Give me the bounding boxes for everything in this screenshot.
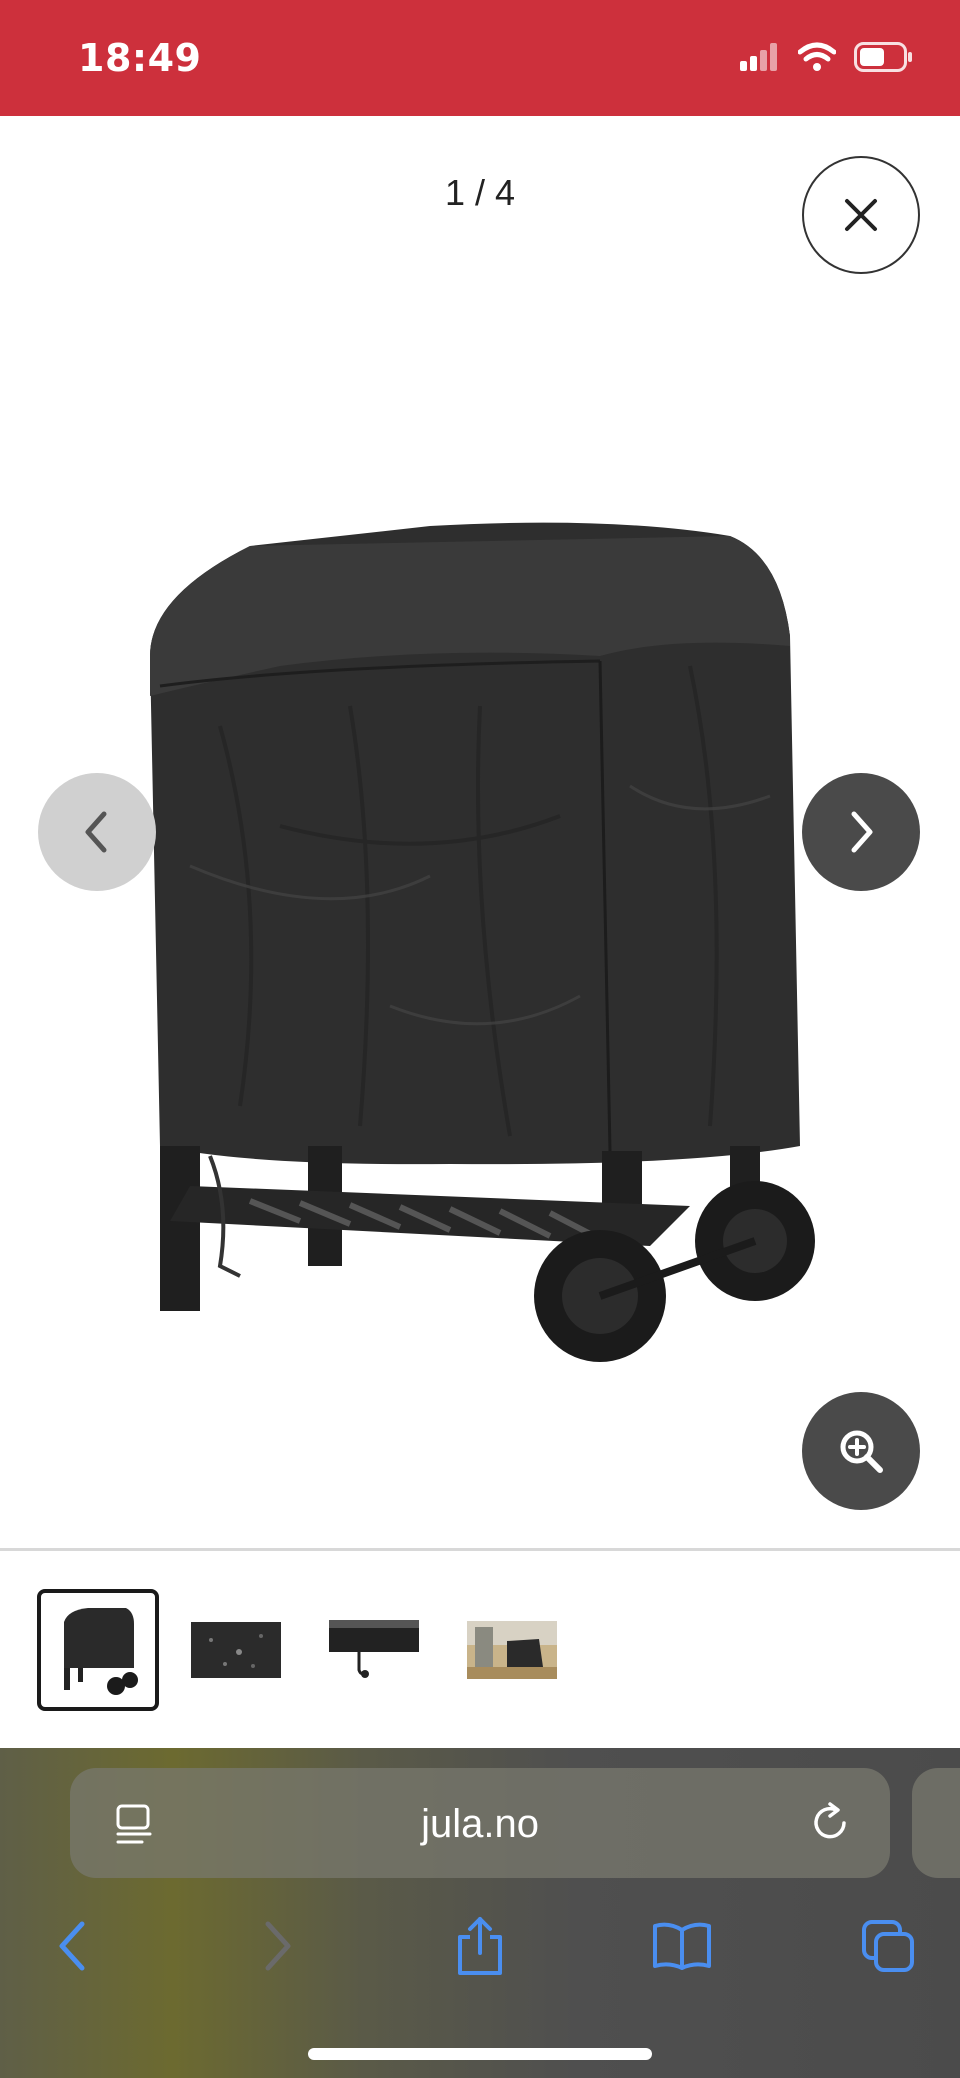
address-bar[interactable]: jula.no <box>70 1768 890 1878</box>
wifi-icon <box>798 42 836 71</box>
zoom-in-icon <box>840 1430 883 1473</box>
back-button[interactable] <box>32 1906 112 1986</box>
forward-icon <box>265 1921 291 1971</box>
product-image <box>150 522 815 1362</box>
url-text[interactable]: jula.no <box>70 1802 890 1847</box>
thumbnail-1[interactable] <box>37 1589 159 1711</box>
browser-chrome: jula.no <box>0 1748 960 2078</box>
close-icon <box>845 199 877 231</box>
bookmarks-icon <box>653 1922 711 1970</box>
share-button[interactable] <box>440 1906 520 1986</box>
thumbnail-image <box>64 1608 138 1695</box>
next-image-button[interactable] <box>802 773 920 891</box>
thumbnail-image <box>467 1621 557 1679</box>
back-icon <box>59 1921 85 1971</box>
tabs-button[interactable] <box>848 1906 928 1986</box>
signal-icon <box>740 43 777 71</box>
thumbnail-image <box>329 1620 419 1678</box>
battery-icon <box>854 42 912 72</box>
tabs-icon <box>862 1920 914 1972</box>
status-time: 18:49 <box>78 36 202 80</box>
share-icon <box>458 1917 502 1975</box>
thumbnail-3[interactable] <box>313 1589 435 1711</box>
thumbnail-image <box>191 1622 281 1678</box>
home-indicator <box>308 2048 652 2060</box>
forward-button[interactable] <box>238 1906 318 1986</box>
previous-image-button[interactable] <box>38 773 156 891</box>
next-tab-peek[interactable] <box>912 1768 960 1878</box>
thumbnail-4[interactable] <box>451 1589 573 1711</box>
close-button[interactable] <box>802 156 920 274</box>
zoom-button[interactable] <box>802 1392 920 1510</box>
chevron-right-icon <box>851 811 873 853</box>
image-gallery: 1 / 4 <box>0 116 960 1548</box>
chevron-left-icon <box>85 811 107 853</box>
status-bar: 18:49 <box>0 0 960 116</box>
status-icons <box>740 42 914 72</box>
thumbnail-2[interactable] <box>175 1589 297 1711</box>
thumbnail-strip <box>0 1551 960 1747</box>
bookmarks-button[interactable] <box>642 1906 722 1986</box>
reload-icon[interactable] <box>808 1800 854 1846</box>
